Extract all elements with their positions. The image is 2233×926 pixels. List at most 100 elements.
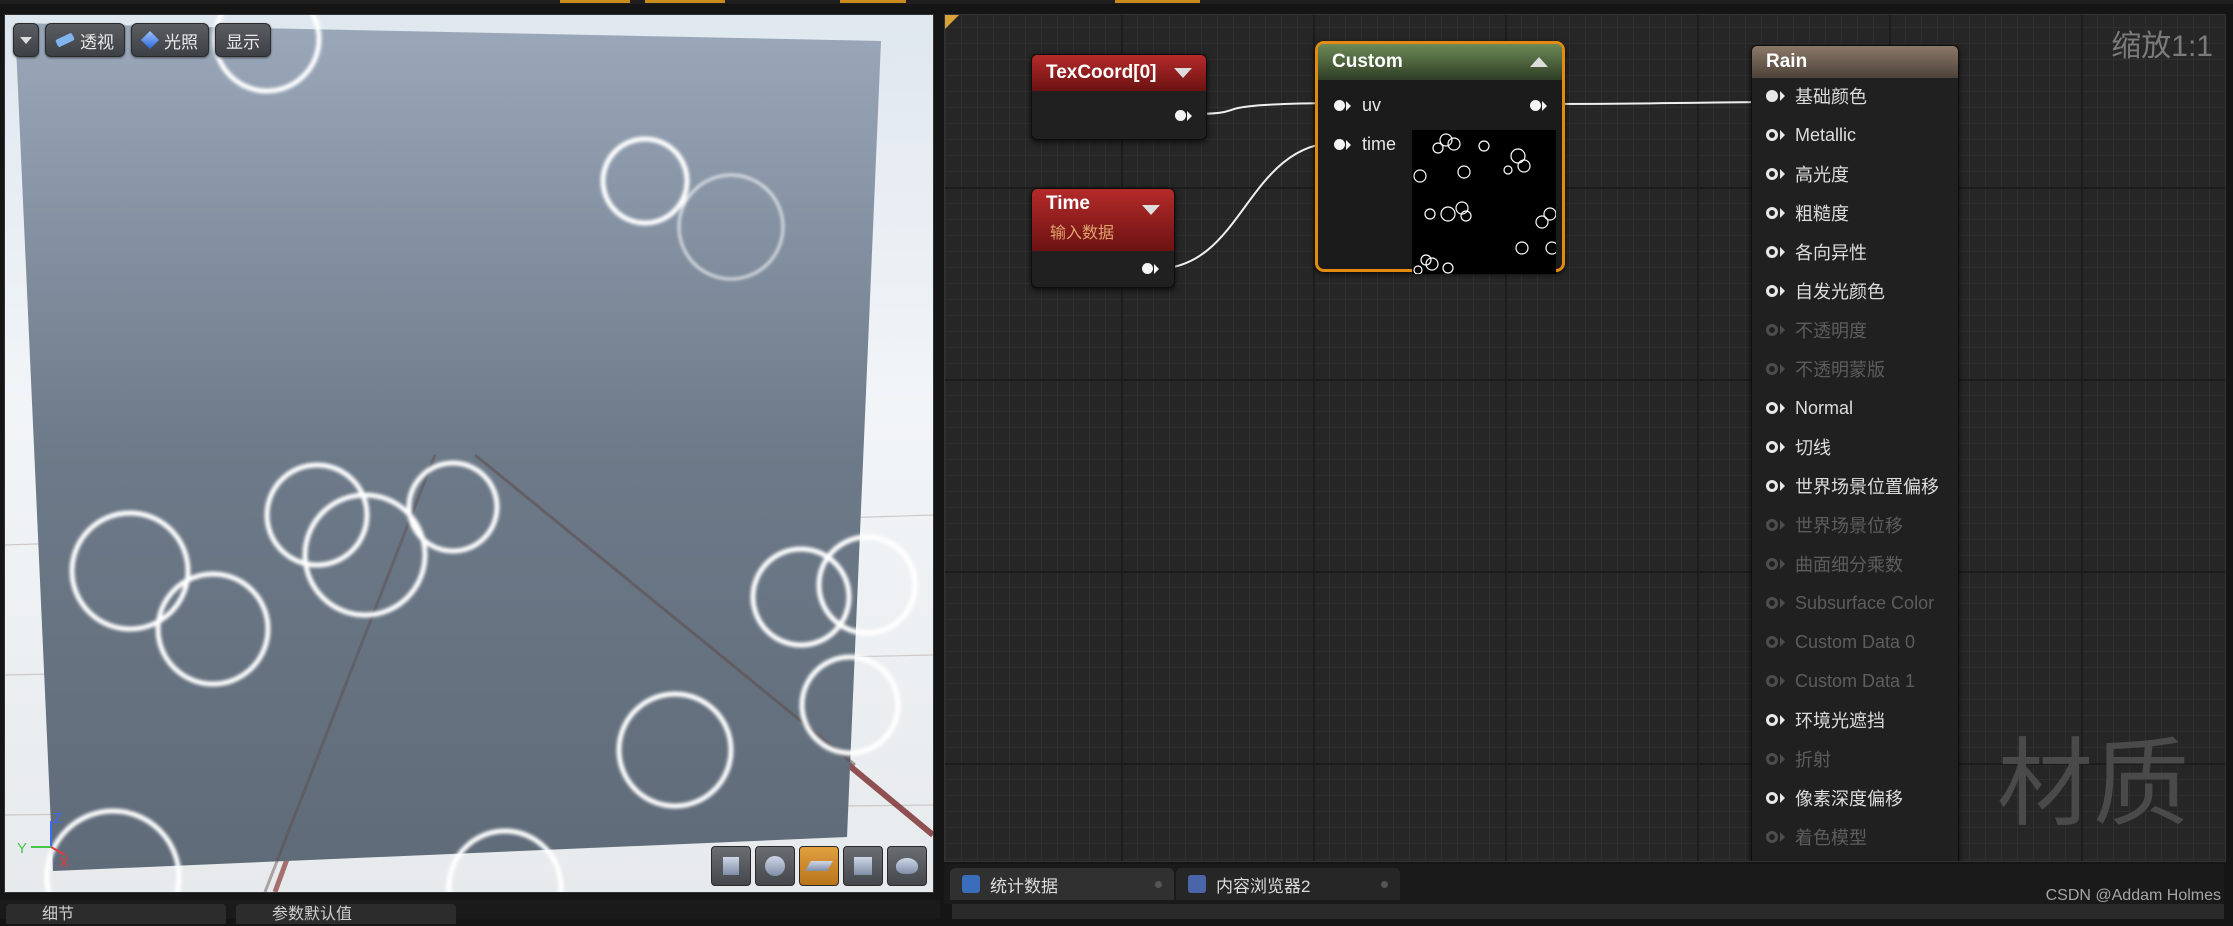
pin-arrow-icon bbox=[1780, 598, 1785, 608]
rain-pin-row[interactable]: 曲面细分乘数 bbox=[1766, 550, 1903, 578]
input-pin-icon[interactable] bbox=[1766, 285, 1778, 297]
collapse-arrow-icon[interactable] bbox=[1530, 57, 1548, 67]
input-pin-icon[interactable] bbox=[1766, 441, 1778, 453]
rain-pin-row[interactable]: 粗糙度 bbox=[1766, 199, 1849, 227]
show-button[interactable]: 显示 bbox=[215, 23, 271, 57]
input-pin-icon[interactable] bbox=[1766, 558, 1778, 570]
time-node-header[interactable]: Time 输入数据 bbox=[1032, 189, 1174, 251]
rain-pin-row[interactable]: 折射 bbox=[1766, 745, 1831, 773]
input-pin-icon[interactable] bbox=[1766, 90, 1778, 102]
rain-pin-row[interactable]: 切线 bbox=[1766, 433, 1831, 461]
custom-node[interactable]: Custom uv time bbox=[1315, 41, 1565, 274]
sphere-preview-button[interactable] bbox=[755, 846, 795, 886]
input-pin-icon[interactable] bbox=[1766, 597, 1778, 609]
pin-arrow-icon bbox=[1780, 520, 1785, 530]
rain-pin-row[interactable]: 世界场景位置偏移 bbox=[1766, 472, 1939, 500]
input-pin-icon[interactable] bbox=[1766, 363, 1778, 375]
rain-pin-label: 高光度 bbox=[1795, 165, 1849, 185]
pin-arrow-icon bbox=[1780, 481, 1785, 491]
bottom-tab-bar: 统计数据 内容浏览器2 bbox=[944, 864, 2224, 904]
custom-node-preview bbox=[1412, 130, 1556, 274]
custom-input-pin-uv[interactable] bbox=[1334, 100, 1345, 111]
rain-pin-row[interactable]: Normal bbox=[1766, 394, 1853, 422]
custom-output-pin[interactable] bbox=[1530, 100, 1541, 111]
pin-arrow-icon bbox=[1542, 101, 1547, 111]
time-output-pin[interactable] bbox=[1142, 263, 1153, 274]
input-pin-icon[interactable] bbox=[1766, 246, 1778, 258]
material-graph-canvas[interactable]: 缩放1:1 材质 TexCoord[0] Time 输入数据 Custom uv bbox=[944, 14, 2226, 862]
input-pin-icon[interactable] bbox=[1766, 753, 1778, 765]
collapse-arrow-icon[interactable] bbox=[1142, 205, 1160, 215]
lighting-button[interactable]: 光照 bbox=[131, 23, 209, 57]
rain-pin-row[interactable]: Custom Data 1 bbox=[1766, 667, 1915, 695]
rain-result-node[interactable]: Rain 基础颜色 Metallic 高光度粗糙度各向异性自发光颜色不透明度不透明蒙… bbox=[1751, 45, 1959, 861]
time-node[interactable]: Time 输入数据 bbox=[1031, 188, 1175, 288]
pin-arrow-icon bbox=[1780, 364, 1785, 374]
preview-plane bbox=[15, 23, 881, 871]
rain-pin-row[interactable]: 着色模型 bbox=[1766, 823, 1867, 851]
cube-icon bbox=[854, 857, 872, 875]
collapse-arrow-icon[interactable] bbox=[1174, 68, 1192, 78]
input-pin-icon[interactable] bbox=[1766, 714, 1778, 726]
tab-content-browser[interactable]: 内容浏览器2 bbox=[1176, 868, 1400, 900]
rain-pin-label: Metallic bbox=[1795, 124, 1857, 145]
rain-pin-row[interactable]: Subsurface Color bbox=[1766, 589, 1934, 617]
rain-pin-row[interactable]: 像素深度偏移 bbox=[1766, 784, 1903, 812]
input-pin-icon[interactable] bbox=[1766, 207, 1778, 219]
texcoord-node[interactable]: TexCoord[0] bbox=[1031, 54, 1207, 140]
sphere-icon bbox=[765, 856, 785, 876]
close-icon[interactable] bbox=[1381, 880, 1388, 888]
input-pin-icon[interactable] bbox=[1766, 480, 1778, 492]
input-pin-icon[interactable] bbox=[1766, 168, 1778, 180]
tab-param-defaults[interactable]: 参数默认值 bbox=[236, 904, 456, 924]
input-pin-icon[interactable] bbox=[1766, 129, 1778, 141]
pin-arrow-icon bbox=[1780, 403, 1785, 413]
tab-marker bbox=[645, 0, 725, 3]
rain-pin-label: 像素深度偏移 bbox=[1795, 789, 1903, 809]
input-pin-icon[interactable] bbox=[1766, 402, 1778, 414]
tab-details[interactable]: 细节 bbox=[6, 904, 226, 924]
teapot-preview-button[interactable] bbox=[887, 846, 927, 886]
cylinder-preview-button[interactable] bbox=[711, 846, 751, 886]
bottom-left-tab-bar: 细节 参数默认值 bbox=[0, 900, 940, 924]
rain-pin-row[interactable]: 高光度 bbox=[1766, 160, 1849, 188]
rain-pin-row[interactable]: 不透明蒙版 bbox=[1766, 355, 1885, 383]
texcoord-node-header[interactable]: TexCoord[0] bbox=[1032, 55, 1206, 91]
texcoord-output-pin[interactable] bbox=[1175, 110, 1186, 121]
input-pin-icon[interactable] bbox=[1766, 636, 1778, 648]
rain-pin-label: Custom Data 1 bbox=[1795, 670, 1916, 691]
rain-pin-label: 着色模型 bbox=[1795, 828, 1867, 848]
chevron-down-icon bbox=[20, 36, 32, 44]
rain-pin-row[interactable]: 自发光颜色 bbox=[1766, 277, 1885, 305]
pin-arrow-icon bbox=[1780, 442, 1785, 452]
rain-pin-label: 折射 bbox=[1795, 750, 1831, 770]
input-pin-icon[interactable] bbox=[1766, 324, 1778, 336]
rain-node-header[interactable]: Rain bbox=[1752, 46, 1958, 78]
y-axis-label: Y bbox=[17, 840, 27, 857]
rain-pin-row[interactable]: 环境光遮挡 bbox=[1766, 706, 1885, 734]
material-preview-viewport[interactable]: Z Y X 透视 光照 显示 bbox=[4, 14, 934, 893]
custom-node-header[interactable]: Custom bbox=[1318, 44, 1562, 80]
input-pin-icon[interactable] bbox=[1766, 519, 1778, 531]
close-icon[interactable] bbox=[1155, 880, 1162, 888]
tab-marker bbox=[560, 0, 630, 3]
wire-custom-rain bbox=[1542, 101, 1771, 105]
input-pin-icon[interactable] bbox=[1766, 792, 1778, 804]
rain-pin-row[interactable]: 各向异性 bbox=[1766, 238, 1867, 266]
cube-preview-button[interactable] bbox=[843, 846, 883, 886]
rain-pin-row[interactable]: Custom Data 0 bbox=[1766, 628, 1915, 656]
tab-stats[interactable]: 统计数据 bbox=[950, 868, 1174, 900]
pin-arrow-icon bbox=[1780, 793, 1785, 803]
rain-pin-row[interactable]: 世界场景位移 bbox=[1766, 511, 1903, 539]
rain-pin-row[interactable]: 基础颜色 bbox=[1766, 82, 1867, 110]
viewport-options-button[interactable] bbox=[13, 23, 39, 57]
perspective-button[interactable]: 透视 bbox=[45, 23, 125, 57]
rain-pin-row[interactable]: 不透明度 bbox=[1766, 316, 1867, 344]
input-pin-icon[interactable] bbox=[1766, 831, 1778, 843]
rain-pin-row[interactable]: Metallic bbox=[1766, 121, 1856, 149]
input-pin-icon[interactable] bbox=[1766, 675, 1778, 687]
custom-input-pin-time[interactable] bbox=[1334, 139, 1345, 150]
plane-preview-button[interactable] bbox=[799, 846, 839, 886]
pin-arrow-icon bbox=[1780, 91, 1785, 101]
pin-arrow-icon bbox=[1780, 754, 1785, 764]
